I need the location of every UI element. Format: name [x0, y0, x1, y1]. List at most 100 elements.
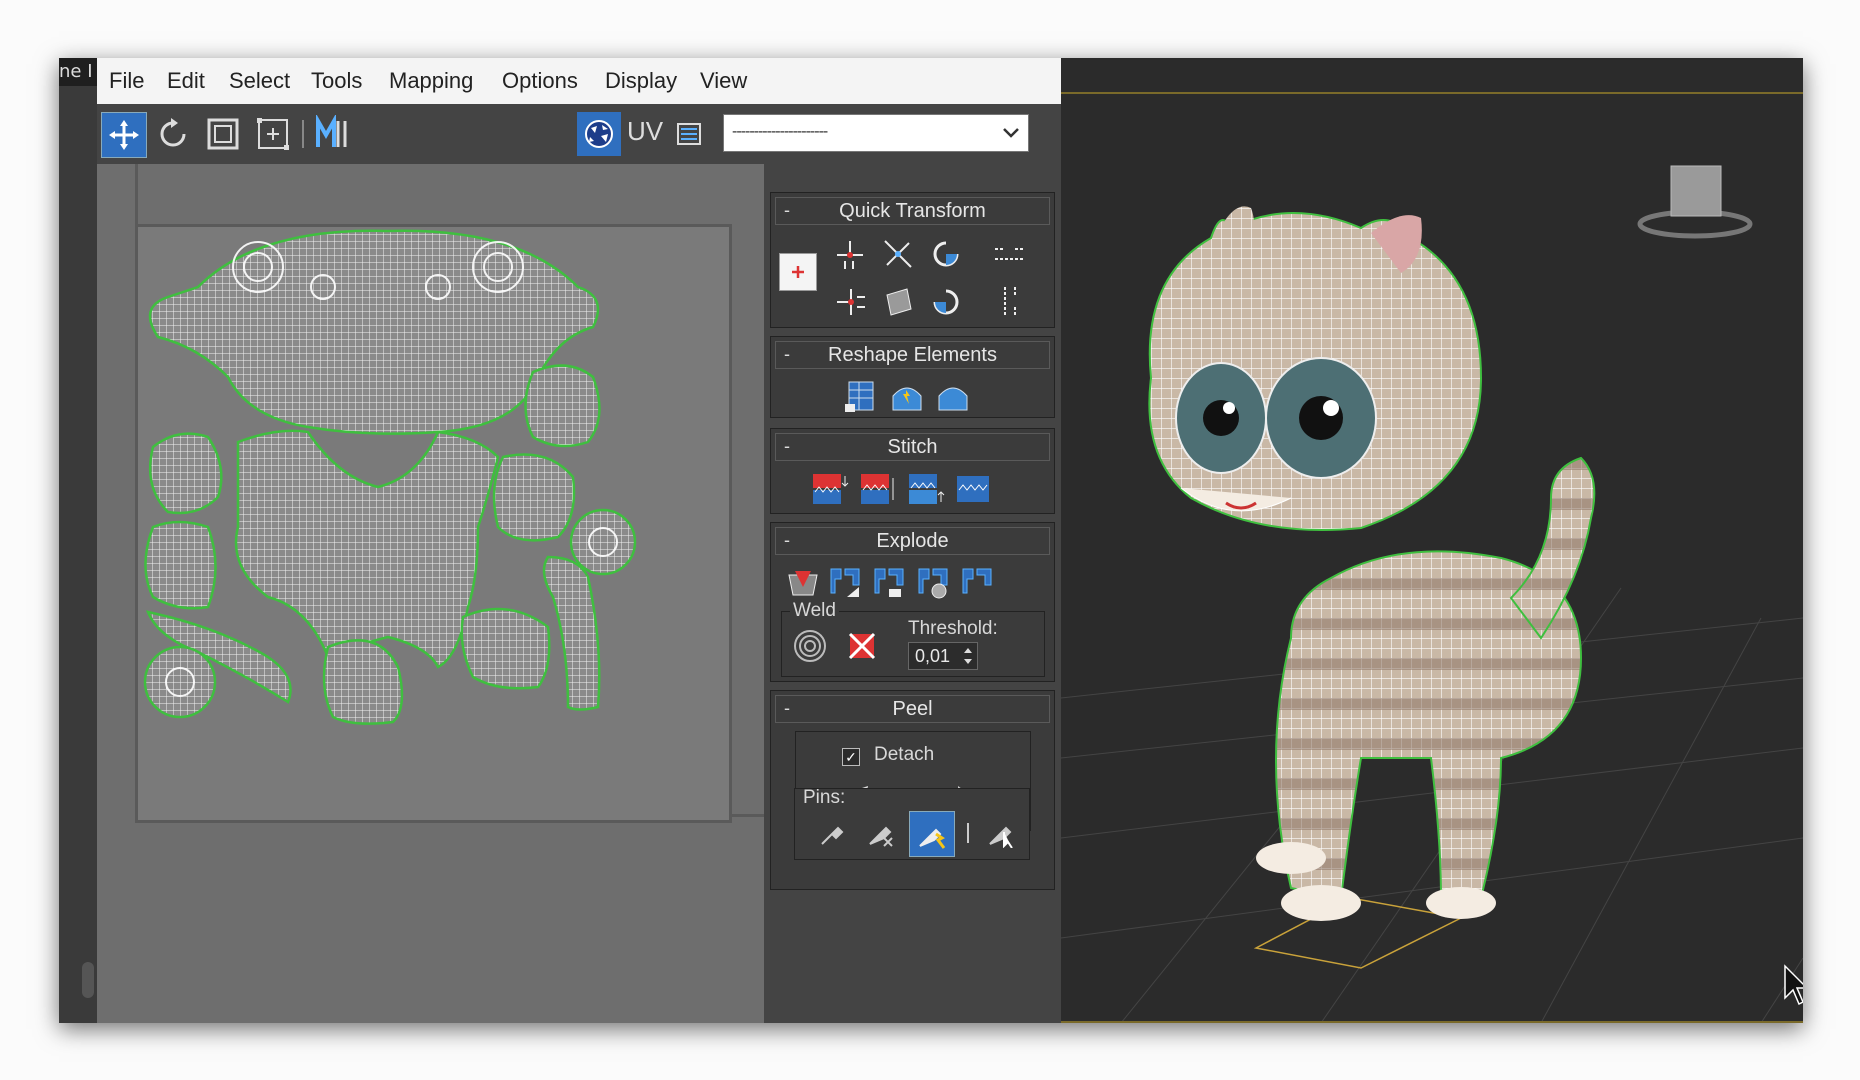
menu-select[interactable]: Select [229, 68, 290, 94]
detach-label: Detach [874, 744, 935, 765]
menu-file[interactable]: File [109, 68, 144, 94]
quick-transform-group: - Quick Transform [770, 192, 1055, 328]
menu-edit[interactable]: Edit [167, 68, 205, 94]
explode-by-smoothing-icon[interactable] [869, 563, 909, 603]
reshape-elements-group: - Reshape Elements [770, 336, 1055, 418]
freeform-icon[interactable] [251, 112, 295, 156]
explode-title: Explode [876, 530, 949, 552]
threshold-spinner[interactable]: 0,01 [908, 642, 978, 670]
viewport-scene[interactable] [1061, 58, 1803, 1023]
relax-until-flat-icon[interactable] [933, 377, 973, 415]
explode-all-icon[interactable] [957, 563, 997, 603]
pins-separator [967, 823, 969, 843]
quick-transform-header[interactable]: - Quick Transform [775, 197, 1050, 225]
uv-islands[interactable] [138, 227, 729, 820]
uv-island-paw[interactable] [492, 453, 576, 542]
reshape-elements-header[interactable]: - Reshape Elements [775, 341, 1050, 369]
uv-island-foot[interactable] [460, 607, 551, 690]
dropdown-value: ---------------------- [732, 123, 828, 140]
list-icon[interactable] [667, 112, 711, 156]
rotate-icon[interactable] [151, 112, 195, 156]
detach-checkbox[interactable]: ✓ [842, 748, 860, 766]
move-icon[interactable] [101, 112, 147, 158]
quick-transform-title: Quick Transform [839, 200, 986, 222]
pin-icon[interactable] [813, 813, 853, 853]
weld-subgroup: Weld Threshold: 0,01 [781, 600, 1045, 677]
stitch-to-source-icon[interactable] [903, 469, 947, 509]
break-icon[interactable] [783, 563, 823, 603]
collapse-icon[interactable]: - [784, 695, 790, 721]
explode-header[interactable]: - Explode [775, 527, 1050, 555]
uv-tile[interactable] [135, 224, 732, 823]
uv-island-body[interactable] [234, 429, 500, 669]
uv-island-disc[interactable] [569, 508, 637, 576]
uv-island-foot[interactable] [322, 639, 404, 725]
explode-group: - Explode Weld Threshold: 0,01 [770, 522, 1055, 682]
menu-options[interactable]: Options [502, 68, 578, 94]
toolbar-separator [302, 120, 304, 148]
view-cube-icon[interactable] [1637, 165, 1753, 239]
rotate-cw-icon[interactable] [925, 233, 967, 275]
uv-island-ear[interactable] [524, 364, 601, 448]
stitch-header[interactable]: - Stitch [775, 433, 1050, 461]
align-horizontal-icon[interactable] [829, 233, 871, 275]
auto-pin-icon[interactable] [909, 811, 955, 857]
pins-subgroup: Pins: [794, 787, 1030, 860]
peel-title: Peel [892, 698, 933, 720]
space-vertical-icon[interactable] [989, 281, 1031, 323]
mirror-icon[interactable] [311, 112, 355, 156]
relax-icon[interactable] [887, 377, 927, 415]
uv-island-disc[interactable] [143, 645, 217, 719]
3d-viewport[interactable] [1061, 58, 1803, 1023]
viewport-border [1061, 92, 1803, 94]
uv-label[interactable]: UV [627, 116, 663, 147]
menu-tools[interactable]: Tools [311, 68, 362, 94]
checker-map-icon[interactable] [577, 112, 621, 156]
weld-all-icon[interactable] [842, 626, 882, 666]
collapse-icon[interactable]: - [784, 197, 790, 223]
spinner-arrows-icon[interactable] [963, 645, 973, 674]
align-vertical-icon[interactable] [829, 281, 871, 323]
pins-label: Pins: [803, 787, 846, 808]
menu-display[interactable]: Display [605, 68, 677, 94]
menu-mapping[interactable]: Mapping [389, 68, 473, 94]
menu-view[interactable]: View [700, 68, 747, 94]
uv-island-paw[interactable] [144, 520, 217, 610]
host-title-fragment: ne I [59, 58, 97, 86]
weld-selected-icon[interactable] [790, 626, 830, 666]
rescale-icon[interactable] [877, 281, 919, 323]
stitch-to-target-icon[interactable] [807, 469, 851, 509]
stitch-custom-icon[interactable] [951, 469, 995, 509]
reshape-elements-title: Reshape Elements [828, 344, 997, 366]
cat-model[interactable] [1148, 206, 1596, 921]
canvas-border-line [135, 164, 138, 224]
collapse-icon[interactable]: - [784, 433, 790, 459]
stitch-group: - Stitch [770, 428, 1055, 514]
scale-icon[interactable] [201, 112, 245, 156]
explode-by-polygroups-icon[interactable] [825, 563, 865, 603]
peel-header[interactable]: - Peel [775, 695, 1050, 723]
select-pins-icon[interactable] [981, 813, 1021, 853]
collapse-icon[interactable]: - [784, 527, 790, 553]
chevron-down-icon [1000, 121, 1022, 148]
host-scrollbar[interactable] [82, 962, 94, 998]
space-horizontal-icon[interactable] [989, 233, 1031, 275]
uv-island-strip[interactable] [542, 555, 601, 711]
uv-channel-dropdown[interactable]: ---------------------- [723, 114, 1029, 152]
straighten-icon[interactable] [877, 233, 919, 275]
uv-tools-panel: - Quick Transform - Reshape Elements - S… [764, 164, 1061, 1023]
stitch-title: Stitch [887, 436, 938, 458]
uv-island-paw[interactable] [148, 432, 223, 515]
rotate-ccw-icon[interactable] [925, 281, 967, 323]
menu-bar: File Edit Select Tools Mapping Options D… [97, 58, 1061, 105]
straighten-selection-icon[interactable] [841, 377, 881, 415]
threshold-value[interactable]: 0,01 [915, 646, 950, 666]
uv-canvas[interactable] [97, 164, 764, 1023]
weld-label: Weld [790, 600, 839, 622]
unpin-icon[interactable] [861, 813, 901, 853]
pivot-icon[interactable] [779, 253, 817, 291]
stitch-average-icon[interactable] [855, 469, 899, 509]
uv-editor-window: File Edit Select Tools Mapping Options D… [97, 58, 1061, 1023]
collapse-icon[interactable]: - [784, 341, 790, 367]
explode-by-material-icon[interactable] [913, 563, 953, 603]
